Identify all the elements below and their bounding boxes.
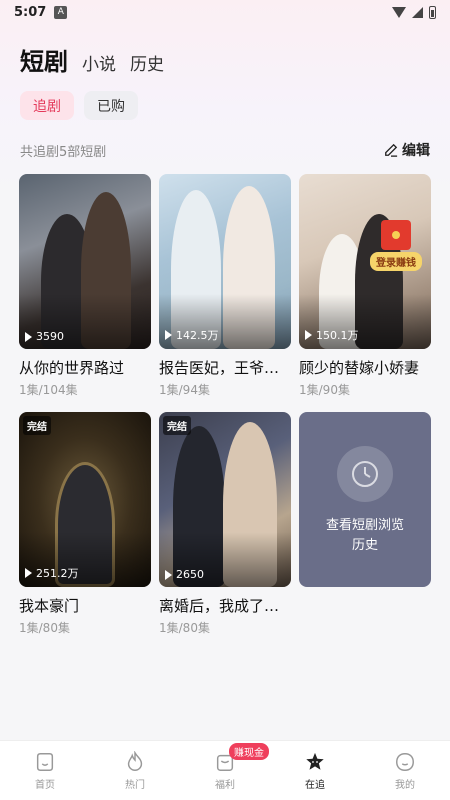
view-history-card[interactable]: 查看短剧浏览历史 (299, 412, 431, 587)
status-icons (392, 5, 436, 19)
subtab-following[interactable]: 追剧 (20, 91, 74, 120)
drama-cover: 3590 (19, 174, 151, 349)
completed-badge: 完结 (163, 416, 191, 435)
play-count: 142.5万 (165, 327, 219, 343)
bottom-nav: 首页 热门 赚现金 福利 在追 我的 (0, 740, 450, 800)
red-packet-icon (381, 220, 411, 250)
drama-cover: 142.5万 (159, 174, 291, 349)
drama-episodes: 1集/104集 (19, 383, 78, 397)
drama-card[interactable]: 完结 2650 离婚后，我成了千... 1集/80集 (159, 412, 291, 636)
edit-button[interactable]: 编辑 (384, 140, 430, 160)
tab-history[interactable]: 历史 (130, 50, 164, 75)
flame-icon (127, 750, 143, 771)
play-icon (305, 330, 312, 340)
tab-short-drama[interactable]: 短剧 (20, 42, 68, 77)
play-count: 150.1万 (305, 327, 359, 343)
notification-icon: A (54, 5, 68, 19)
completed-badge: 完结 (23, 416, 51, 435)
drama-title: 顾少的替嫁小娇妻 (299, 359, 420, 377)
drama-cover: 登录赚钱 150.1万 (299, 174, 431, 349)
drama-episodes: 1集/80集 (159, 621, 210, 635)
play-icon (165, 569, 172, 580)
subtab-purchased[interactable]: 已购 (84, 91, 138, 120)
star-icon (306, 752, 324, 770)
earn-cash-badge: 赚现金 (229, 743, 269, 760)
edit-label: 编辑 (402, 143, 430, 159)
drama-title: 我本豪门 (19, 597, 80, 615)
nav-home[interactable]: 首页 (0, 741, 90, 800)
play-count: 251.2万 (25, 565, 79, 581)
ad-banner[interactable]: 登录赚钱 (365, 220, 427, 271)
home-icon (36, 752, 54, 771)
top-tabs: 短剧 小说 历史 (0, 24, 450, 77)
drama-card[interactable]: 3590 从你的世界路过 1集/104集 (19, 174, 151, 398)
following-count: 共追剧5部短剧 (20, 144, 107, 160)
drama-card[interactable]: 完结 251.2万 我本豪门 1集/80集 (19, 412, 151, 636)
ad-label: 登录赚钱 (370, 252, 422, 271)
play-icon (25, 568, 32, 578)
wifi-icon (392, 6, 406, 18)
drama-episodes: 1集/94集 (159, 383, 210, 397)
drama-cover: 完结 2650 (159, 412, 291, 587)
battery-icon (429, 5, 436, 19)
status-time: 5:07 (14, 4, 47, 20)
signal-icon (412, 6, 423, 18)
drama-title: 离婚后，我成了千... (159, 597, 291, 615)
nav-welfare[interactable]: 赚现金 福利 (180, 741, 270, 800)
drama-title: 从你的世界路过 (19, 359, 125, 377)
drama-episodes: 1集/90集 (299, 383, 350, 397)
drama-cover: 完结 251.2万 (19, 412, 151, 587)
drama-card[interactable]: 登录赚钱 150.1万 顾少的替嫁小娇妻 1集/90集 (299, 174, 431, 398)
summary-row: 共追剧5部短剧 编辑 (0, 140, 450, 160)
nav-hot[interactable]: 热门 (90, 741, 180, 800)
nav-profile[interactable]: 我的 (360, 741, 450, 800)
pencil-icon (385, 143, 398, 157)
sub-tabs: 追剧 已购 (0, 77, 450, 120)
play-count: 3590 (25, 330, 64, 343)
nav-following[interactable]: 在追 (270, 741, 360, 800)
drama-episodes: 1集/80集 (19, 621, 70, 635)
status-bar: 5:07 A (0, 0, 450, 24)
play-icon (25, 331, 32, 342)
drama-card[interactable]: 142.5万 报告医妃，王爷他... 1集/94集 (159, 174, 291, 398)
drama-grid: 3590 从你的世界路过 1集/104集 142.5万 报告医妃，王爷他... … (0, 174, 450, 636)
play-icon (165, 330, 172, 340)
view-history-label: 查看短剧浏览历史 (325, 518, 404, 553)
profile-icon (396, 752, 414, 771)
clock-icon (337, 446, 393, 502)
tab-novel[interactable]: 小说 (82, 50, 116, 75)
play-count: 2650 (165, 568, 204, 581)
drama-title: 报告医妃，王爷他... (159, 359, 291, 377)
